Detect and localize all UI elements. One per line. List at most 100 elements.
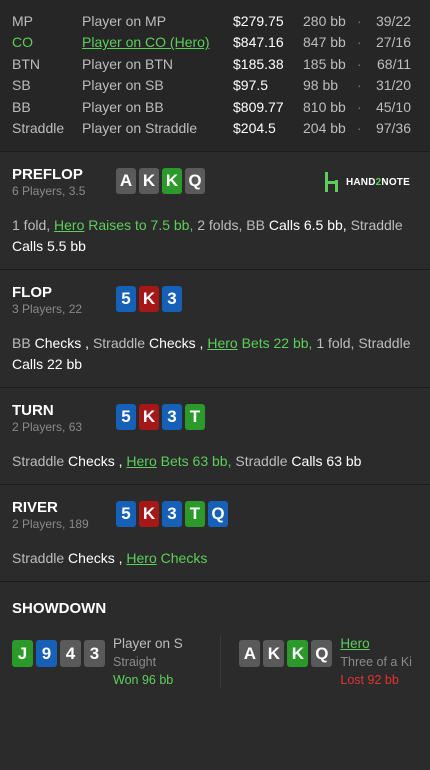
card: Q bbox=[185, 168, 205, 194]
player-row[interactable]: Straddle Player on Straddle $204.5 204 bb · 9… bbox=[12, 118, 418, 140]
player-name[interactable]: Straddle bbox=[12, 550, 68, 566]
card: K bbox=[162, 168, 182, 194]
player-stack-bb: 98 bb bbox=[303, 77, 339, 94]
street-header: TURN 2 Players, 63 5 K 3 T bbox=[12, 402, 418, 435]
separator-dot: · bbox=[357, 12, 362, 29]
player-name[interactable]: BB bbox=[12, 335, 35, 351]
card: 5 bbox=[116, 286, 136, 312]
hero-name[interactable]: Hero bbox=[54, 217, 84, 233]
player-row[interactable]: CO Player on CO (Hero) $847.16 847 bb · 27/16 bbox=[12, 32, 418, 54]
hand2note-logo: HAND2NOTE bbox=[323, 172, 410, 192]
hero-action[interactable]: Hero Checks bbox=[126, 550, 207, 566]
player-vpip-pfr: 45/10 bbox=[375, 98, 411, 115]
street-name: TURN bbox=[12, 402, 54, 419]
player-name[interactable]: Player on BB bbox=[82, 99, 233, 115]
player-position: CO bbox=[12, 34, 33, 51]
street-header: FLOP 3 Players, 22 5 K 3 bbox=[12, 284, 418, 317]
showdown-player-name[interactable]: Hero bbox=[340, 635, 412, 653]
player-stack-bb: 185 bb bbox=[303, 55, 346, 72]
showdown-result: Lost 92 bb bbox=[340, 673, 399, 687]
hero-name[interactable]: Hero bbox=[126, 550, 156, 566]
player-stack-bb: 204 bb bbox=[303, 120, 346, 137]
player-name[interactable]: Player on BTN bbox=[82, 56, 233, 72]
card: 4 bbox=[60, 640, 81, 667]
card: 3 bbox=[84, 640, 105, 667]
street-players-pot: 2 Players, 63 bbox=[12, 420, 83, 434]
street-players-pot: 2 Players, 189 bbox=[12, 517, 89, 531]
separator-dot: · bbox=[357, 34, 362, 51]
streets: PREFLOP 6 Players, 3.5 A K K Q HAND2NOTE 1 fold… bbox=[0, 151, 430, 581]
player-position: SB bbox=[12, 77, 31, 94]
player-name[interactable]: Straddle bbox=[351, 217, 403, 233]
player-name[interactable]: Player on CO (Hero) bbox=[82, 34, 233, 50]
hero-action[interactable]: Hero Raises to 7.5 bb, bbox=[54, 217, 197, 233]
hero-action-text: Bets 22 bb, bbox=[237, 335, 317, 351]
showdown-hand: A K K Q Hero Three of a Ki Lost 92 bb bbox=[220, 635, 418, 689]
player-row[interactable]: BB Player on BB $809.77 810 bb · 45/10 bbox=[12, 96, 418, 118]
card-group: J943 bbox=[12, 640, 105, 689]
street-turn: TURN 2 Players, 63 5 K 3 T Straddle Checks , H… bbox=[0, 387, 430, 484]
player-name[interactable]: Player on Straddle bbox=[82, 120, 233, 136]
street-actions: Straddle Checks , Hero Bets 63 bb, Strad… bbox=[12, 451, 418, 472]
player-stack: $847.16 bbox=[233, 34, 284, 51]
street-actions: BB Checks , Straddle Checks , Hero Bets … bbox=[12, 333, 418, 375]
players-panel: MP Player on MP $279.75 280 bb · 39/22 CO Playe… bbox=[0, 0, 430, 151]
card: K bbox=[139, 286, 159, 312]
player-name[interactable]: BB bbox=[246, 217, 269, 233]
card: T bbox=[185, 501, 205, 527]
hero-action[interactable]: Hero Bets 63 bb, bbox=[126, 453, 235, 469]
player-stack-bb: 280 bb bbox=[303, 12, 346, 29]
card: 5 bbox=[116, 501, 136, 527]
card-group: 5K3T bbox=[116, 404, 205, 430]
player-name[interactable]: Player on SB bbox=[82, 77, 233, 93]
card: K bbox=[139, 501, 159, 527]
street-players-pot: 6 Players, 3.5 bbox=[12, 184, 86, 198]
card: 9 bbox=[36, 640, 57, 667]
player-name[interactable]: Straddle bbox=[358, 335, 410, 351]
action-text: Calls 63 bb bbox=[291, 453, 362, 469]
card: Q bbox=[311, 640, 333, 667]
card: K bbox=[139, 168, 159, 194]
card: K bbox=[287, 640, 309, 667]
player-vpip-pfr: 97/36 bbox=[375, 120, 411, 137]
player-row[interactable]: SB Player on SB $97.5 98 bb · 31/20 bbox=[12, 75, 418, 97]
player-row[interactable]: BTN Player on BTN $185.38 185 bb · 68/11 bbox=[12, 53, 418, 75]
player-stack: $279.75 bbox=[233, 12, 284, 29]
action-text: 1 fold, bbox=[12, 217, 55, 233]
card-group: AKKQ bbox=[116, 168, 205, 194]
card: A bbox=[239, 640, 261, 667]
card: 5 bbox=[116, 404, 136, 430]
player-name[interactable]: Player on MP bbox=[82, 13, 233, 29]
card: 3 bbox=[162, 404, 182, 430]
player-name[interactable]: Straddle bbox=[12, 453, 68, 469]
hero-name[interactable]: Hero bbox=[207, 335, 237, 351]
card-group: 5K3TQ bbox=[116, 501, 228, 527]
card: T bbox=[185, 404, 205, 430]
showdown-hand: J 9 4 3 Player on S Straight Won 96 bb bbox=[12, 635, 220, 689]
showdown-player-name[interactable]: Player on S bbox=[113, 635, 183, 653]
player-row[interactable]: MP Player on MP $279.75 280 bb · 39/22 bbox=[12, 10, 418, 32]
logo-text: HAND2NOTE bbox=[346, 177, 410, 188]
player-name[interactable]: Straddle bbox=[235, 453, 291, 469]
showdown-row: J 9 4 3 Player on S Straight Won 96 bb A K K Q Hero… bbox=[12, 635, 418, 689]
card: K bbox=[139, 404, 159, 430]
hero-name[interactable]: Hero bbox=[126, 453, 156, 469]
separator-dot: · bbox=[357, 77, 362, 94]
card: A bbox=[116, 168, 136, 194]
player-name[interactable]: Straddle bbox=[93, 335, 149, 351]
player-stack: $809.77 bbox=[233, 98, 284, 115]
street-name: RIVER bbox=[12, 499, 58, 516]
showdown-info: Hero Three of a Ki Lost 92 bb bbox=[340, 635, 412, 689]
logo-text-part: NOTE bbox=[381, 176, 410, 188]
action-text: Checks , bbox=[68, 453, 127, 469]
hero-action[interactable]: Hero Bets 22 bb, bbox=[207, 335, 316, 351]
action-text: Checks , bbox=[148, 335, 208, 351]
action-text: Checks , bbox=[34, 335, 93, 351]
action-text: Calls 22 bb bbox=[12, 356, 83, 372]
card-group: AKKQ bbox=[239, 640, 333, 689]
hero-action-text: Raises to 7.5 bb, bbox=[84, 217, 198, 233]
card: 3 bbox=[162, 286, 182, 312]
showdown-hand-rank: Straight bbox=[113, 655, 157, 669]
showdown-result: Won 96 bb bbox=[113, 673, 174, 687]
player-stack-bb: 847 bb bbox=[303, 34, 346, 51]
